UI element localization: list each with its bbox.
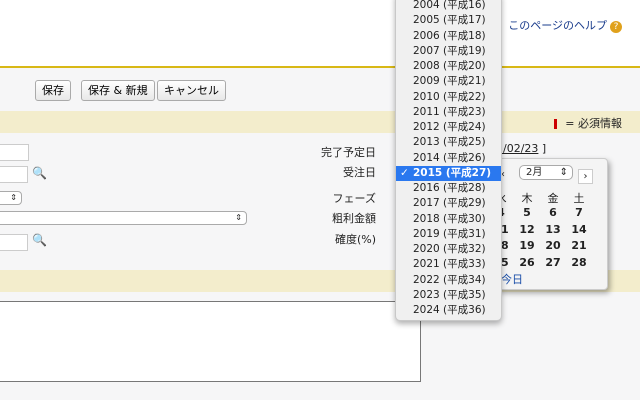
year-option-label: 2007 (平成19): [413, 44, 486, 57]
year-option-label: 2010 (平成22): [413, 90, 486, 103]
year-option-label: 2024 (平成36): [413, 304, 486, 316]
year-option[interactable]: 2018 (平成30): [396, 212, 501, 227]
year-option-label: 2022 (平成34): [413, 273, 486, 286]
year-option-label: 2020 (平成32): [413, 243, 486, 255]
calendar-day[interactable]: 13: [543, 223, 563, 236]
year-option-label: 2012 (平成24): [413, 121, 486, 133]
lookup-input-2[interactable]: [0, 234, 28, 251]
year-option[interactable]: 2020 (平成32): [396, 242, 501, 257]
select-field-wide[interactable]: ⇕: [0, 211, 247, 225]
year-option-label: 2023 (平成35): [413, 288, 486, 301]
year-option-label: 2006 (平成18): [413, 29, 486, 42]
date-default-link[interactable]: 5/02/23 ]: [496, 142, 546, 155]
year-option[interactable]: 2007 (平成19): [396, 44, 501, 59]
year-option[interactable]: 2010 (平成22): [396, 90, 501, 105]
calendar-day[interactable]: 7: [569, 206, 589, 219]
year-option-label: 2009 (平成21): [413, 75, 486, 88]
year-option[interactable]: ✓ 2015 (平成27): [396, 165, 501, 181]
year-option[interactable]: 2024 (平成36): [396, 303, 501, 318]
select-field[interactable]: ⇕: [0, 191, 22, 205]
prev-month-button[interactable]: ‹: [501, 169, 513, 184]
year-option-label: 2021 (平成33): [413, 258, 486, 271]
lookup-icon[interactable]: 🔍: [32, 166, 48, 180]
month-select[interactable]: 2月 ⇕: [519, 165, 573, 180]
year-option[interactable]: 2004 (平成16): [396, 0, 501, 13]
calendar-day[interactable]: 19: [517, 239, 537, 252]
required-marker: [554, 119, 558, 129]
probability-label: 確度(%): [334, 233, 376, 246]
lookup-input[interactable]: [0, 166, 28, 183]
year-option-label: 2014 (平成26): [413, 151, 486, 164]
date-value: 5/02/23: [496, 142, 539, 155]
close-date-label: 完了予定日: [321, 146, 376, 159]
required-legend-label: = 必須情報: [565, 117, 622, 130]
year-option-label: 2004 (平成16): [413, 0, 486, 11]
text-input[interactable]: [0, 144, 29, 161]
year-option[interactable]: 2013 (平成25): [396, 135, 501, 150]
year-option-label: 2019 (平成31): [413, 227, 486, 240]
year-option[interactable]: 2009 (平成21): [396, 74, 501, 89]
year-option[interactable]: 2019 (平成31): [396, 227, 501, 242]
year-option[interactable]: 2023 (平成35): [396, 288, 501, 303]
calendar-day[interactable]: 14: [569, 223, 589, 236]
year-dropdown-menu[interactable]: 2004 (平成16) 2005 (平成17) 2006 (平成18) 2007 (平…: [395, 0, 502, 321]
calendar-day[interactable]: 12: [517, 223, 537, 236]
weekday-header: 土: [573, 192, 585, 205]
year-option[interactable]: 2022 (平成34): [396, 273, 501, 288]
calendar-day[interactable]: 6: [543, 206, 563, 219]
year-option-label: 2016 (平成28): [413, 182, 486, 194]
calendar-popup: ‹ 2月⇕ › 水木金土4567111213141819202125262728…: [493, 158, 608, 290]
year-option[interactable]: 2021 (平成33): [396, 257, 501, 272]
year-option-label: 2015 (平成27): [413, 166, 492, 179]
description-textarea[interactable]: [0, 301, 421, 382]
calendar-day[interactable]: 26: [517, 256, 537, 269]
year-option-label: 2017 (平成29): [413, 197, 486, 210]
phase-label: フェーズ: [332, 192, 376, 205]
help-icon: ?: [610, 21, 622, 33]
year-option-label: 2011 (平成23): [413, 105, 486, 118]
page-header: このページのヘルプ?: [0, 0, 640, 68]
required-legend: = 必須情報: [554, 115, 622, 131]
date-bracket: ]: [541, 142, 547, 155]
lookup-icon[interactable]: 🔍: [32, 233, 48, 247]
calendar-day[interactable]: 21: [569, 239, 589, 252]
year-option-label: 2018 (平成30): [413, 212, 486, 225]
year-option[interactable]: 2016 (平成28): [396, 181, 501, 196]
next-month-button[interactable]: ›: [578, 169, 593, 184]
order-date-label: 受注日: [343, 166, 376, 179]
weekday-header: 金: [547, 192, 559, 205]
year-option[interactable]: 2014 (平成26): [396, 151, 501, 166]
year-option[interactable]: 2011 (平成23): [396, 105, 501, 120]
year-option[interactable]: 2012 (平成24): [396, 120, 501, 135]
year-option[interactable]: 2017 (平成29): [396, 196, 501, 211]
year-option[interactable]: 2006 (平成18): [396, 29, 501, 44]
today-link[interactable]: 今日: [501, 271, 523, 287]
checkmark-icon: ✓: [400, 166, 409, 179]
year-option-label: 2005 (平成17): [413, 14, 486, 27]
calendar-day[interactable]: 20: [543, 239, 563, 252]
gross-profit-label: 粗利金額: [332, 212, 376, 225]
cancel-button[interactable]: キャンセル: [157, 80, 226, 101]
weekday-header: 木: [521, 192, 533, 205]
save-new-button[interactable]: 保存 & 新規: [81, 80, 155, 101]
year-option[interactable]: 2008 (平成20): [396, 59, 501, 74]
year-option-label: 2008 (平成20): [413, 60, 486, 72]
year-option-label: 2013 (平成25): [413, 136, 486, 149]
calendar-day[interactable]: 27: [543, 256, 563, 269]
help-link[interactable]: このページのヘルプ?: [508, 17, 622, 33]
save-button[interactable]: 保存: [35, 80, 71, 101]
calendar-day[interactable]: 5: [517, 206, 537, 219]
year-option[interactable]: 2005 (平成17): [396, 13, 501, 28]
help-link-label: このページのヘルプ: [508, 19, 607, 32]
calendar-day[interactable]: 28: [569, 256, 589, 269]
select-arrows-icon: ⇕: [559, 167, 568, 178]
section-header: [0, 111, 640, 133]
month-value: 2月: [526, 167, 543, 178]
